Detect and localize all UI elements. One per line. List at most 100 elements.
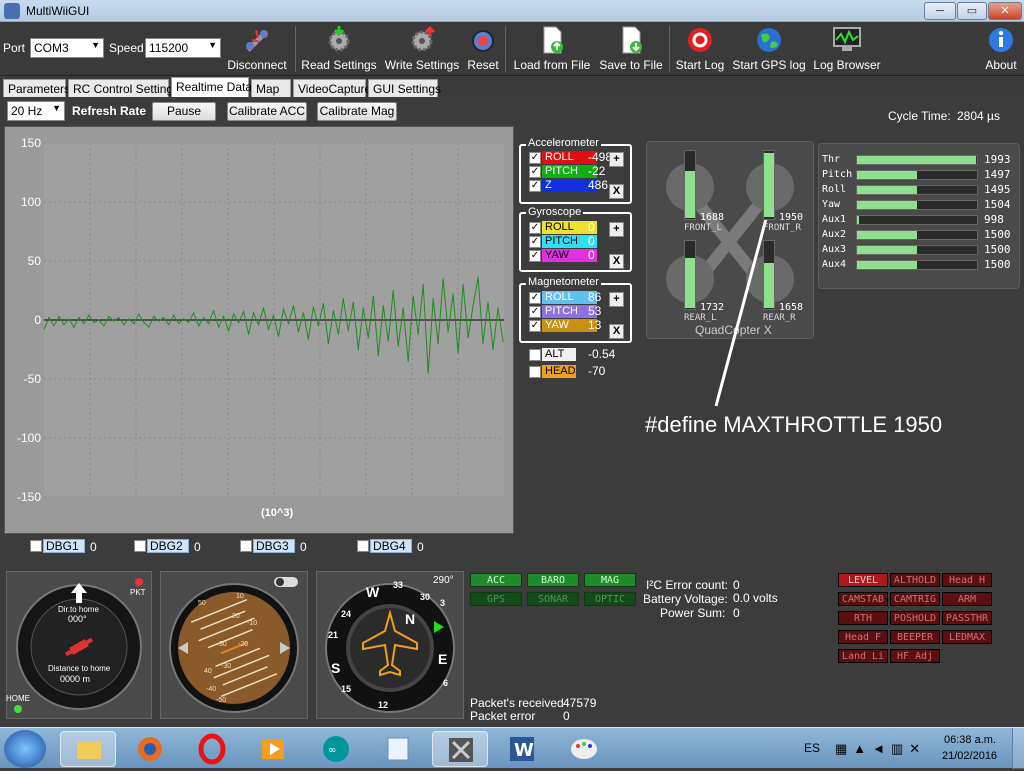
maximize-button[interactable]: ▭ [957, 2, 987, 20]
rc-label: Aux3 [822, 244, 847, 255]
tab-gui-settings[interactable]: GUI Settings [368, 79, 441, 97]
close-button[interactable]: ✕ [988, 2, 1022, 20]
mode-rth: RTH [838, 611, 888, 625]
reset-button[interactable]: Reset [465, 24, 501, 74]
taskbar-explorer[interactable] [60, 731, 116, 767]
log-browser-button[interactable]: Log Browser [811, 24, 883, 74]
debug-checkbox[interactable] [240, 540, 252, 552]
compass-dial [325, 583, 455, 713]
horizon-tick-label: 30 [219, 641, 227, 648]
write-settings-button[interactable]: Write Settings [382, 24, 462, 74]
rate-select[interactable]: 20 Hz ▼ [7, 101, 65, 121]
tab-realtime-data[interactable]: Realtime Data [171, 77, 252, 97]
read-settings-button[interactable]: Read Settings [300, 24, 378, 74]
data-point [332, 309, 334, 312]
reset-icon [472, 30, 494, 52]
calibrate-mag-button[interactable]: Calibrate Mag [317, 102, 397, 121]
start-gps-log-button[interactable]: Start GPS log [731, 24, 807, 74]
tab-map[interactable]: Map [251, 79, 291, 97]
packet-error-value: 0 [563, 709, 570, 723]
load-from-file-button[interactable]: Load from File [510, 24, 594, 74]
taskbar-notes[interactable] [370, 731, 426, 767]
taskbar-arduino[interactable]: ∞ [308, 731, 364, 767]
taskbar-paint[interactable] [556, 731, 612, 767]
data-point [342, 298, 344, 300]
add-sensor-button[interactable]: + [609, 222, 624, 237]
sensor-checkbox[interactable]: ✓ [529, 236, 541, 248]
debug-checkbox[interactable] [30, 540, 42, 552]
data-point [277, 335, 280, 338]
y-tick-label: -100 [16, 431, 41, 445]
add-sensor-button[interactable]: + [609, 152, 624, 167]
load-from-file-label: Load from File [513, 58, 591, 72]
sensor-checkbox[interactable]: ✓ [529, 222, 541, 234]
tab-parameters[interactable]: Parameters [3, 79, 70, 97]
clock-time[interactable]: 06:38 a.m. [944, 734, 996, 746]
about-button[interactable]: About [980, 24, 1022, 74]
debug-checkbox[interactable] [357, 540, 369, 552]
data-point [118, 317, 120, 319]
minimize-button[interactable]: ─ [924, 2, 956, 20]
sensor-value: 53 [588, 304, 602, 318]
taskbar-opera[interactable] [184, 731, 240, 767]
calibrate-acc-button[interactable]: Calibrate ACC [227, 102, 307, 121]
clear-sensor-button[interactable]: X [609, 254, 624, 269]
clear-sensor-button[interactable]: X [609, 184, 624, 199]
sensor-checkbox[interactable]: ✓ [529, 306, 541, 318]
add-sensor-button[interactable]: + [609, 292, 624, 307]
tray-icons[interactable]: ▦▲◄▥✕ [835, 741, 926, 757]
sensor-checkbox[interactable] [529, 366, 541, 378]
data-point [73, 326, 75, 328]
disconnect-button[interactable]: Disconnect [224, 24, 290, 74]
taskbar-firefox[interactable] [122, 731, 178, 767]
data-point [88, 314, 90, 316]
rc-value: 1495 [984, 183, 1011, 196]
show-desktop-button[interactable] [1012, 728, 1024, 769]
about-label: About [985, 58, 1017, 72]
sensor-checkbox[interactable]: ✓ [529, 250, 541, 262]
language-indicator[interactable]: ES [804, 741, 820, 755]
data-point [457, 352, 459, 354]
compass-label: N [405, 611, 416, 627]
sensor-checkbox[interactable] [529, 349, 541, 361]
data-point [203, 317, 205, 319]
data-point [387, 340, 389, 342]
sensor-checkbox[interactable]: ✓ [529, 152, 541, 164]
data-point [223, 315, 225, 318]
sensor-value: 486 [588, 178, 609, 192]
rc-label: Thr [822, 154, 841, 165]
sensor-checkbox[interactable]: ✓ [529, 292, 541, 304]
clock-date[interactable]: 21/02/2016 [942, 750, 997, 762]
data-point [193, 312, 195, 314]
speed-select[interactable]: 115200 ▼ [145, 38, 221, 58]
rc-fill [857, 156, 976, 164]
debug-tag: DBG1 [43, 539, 85, 553]
tab-rc-control-settings[interactable]: RC Control Settings [68, 79, 179, 97]
taskbar-word[interactable]: W [494, 731, 550, 767]
port-select[interactable]: COM3 ▼ [30, 38, 104, 58]
taskbar-multiwii[interactable] [432, 731, 488, 767]
sensor-checkbox[interactable]: ✓ [529, 320, 541, 332]
sensor-status-acc: ACC [470, 573, 522, 587]
data-point [492, 348, 494, 351]
save-to-file-button[interactable]: Save to File [597, 24, 665, 74]
refresh-rate-label: Refresh Rate [72, 104, 147, 118]
data-point [312, 306, 315, 308]
rc-label: Roll [822, 184, 847, 195]
rc-bar [856, 260, 978, 270]
motor-bar [763, 150, 775, 220]
horizon-tick-label: -40 [206, 686, 217, 693]
data-point [93, 321, 95, 323]
start-log-button[interactable]: Start Log [673, 24, 727, 74]
debug-checkbox[interactable] [134, 540, 146, 552]
horizon-tick-label: 50 [198, 600, 206, 607]
data-point [497, 307, 499, 309]
pause-button[interactable]: Pause [152, 102, 216, 121]
sensor-checkbox[interactable]: ✓ [529, 166, 541, 178]
sensor-checkbox[interactable]: ✓ [529, 180, 541, 192]
start-button[interactable] [4, 730, 46, 768]
clear-sensor-button[interactable]: X [609, 324, 624, 339]
compass-label: 30 [420, 592, 431, 602]
tab-videocapture[interactable]: VideoCapture [293, 79, 371, 97]
taskbar-media[interactable] [246, 731, 302, 767]
